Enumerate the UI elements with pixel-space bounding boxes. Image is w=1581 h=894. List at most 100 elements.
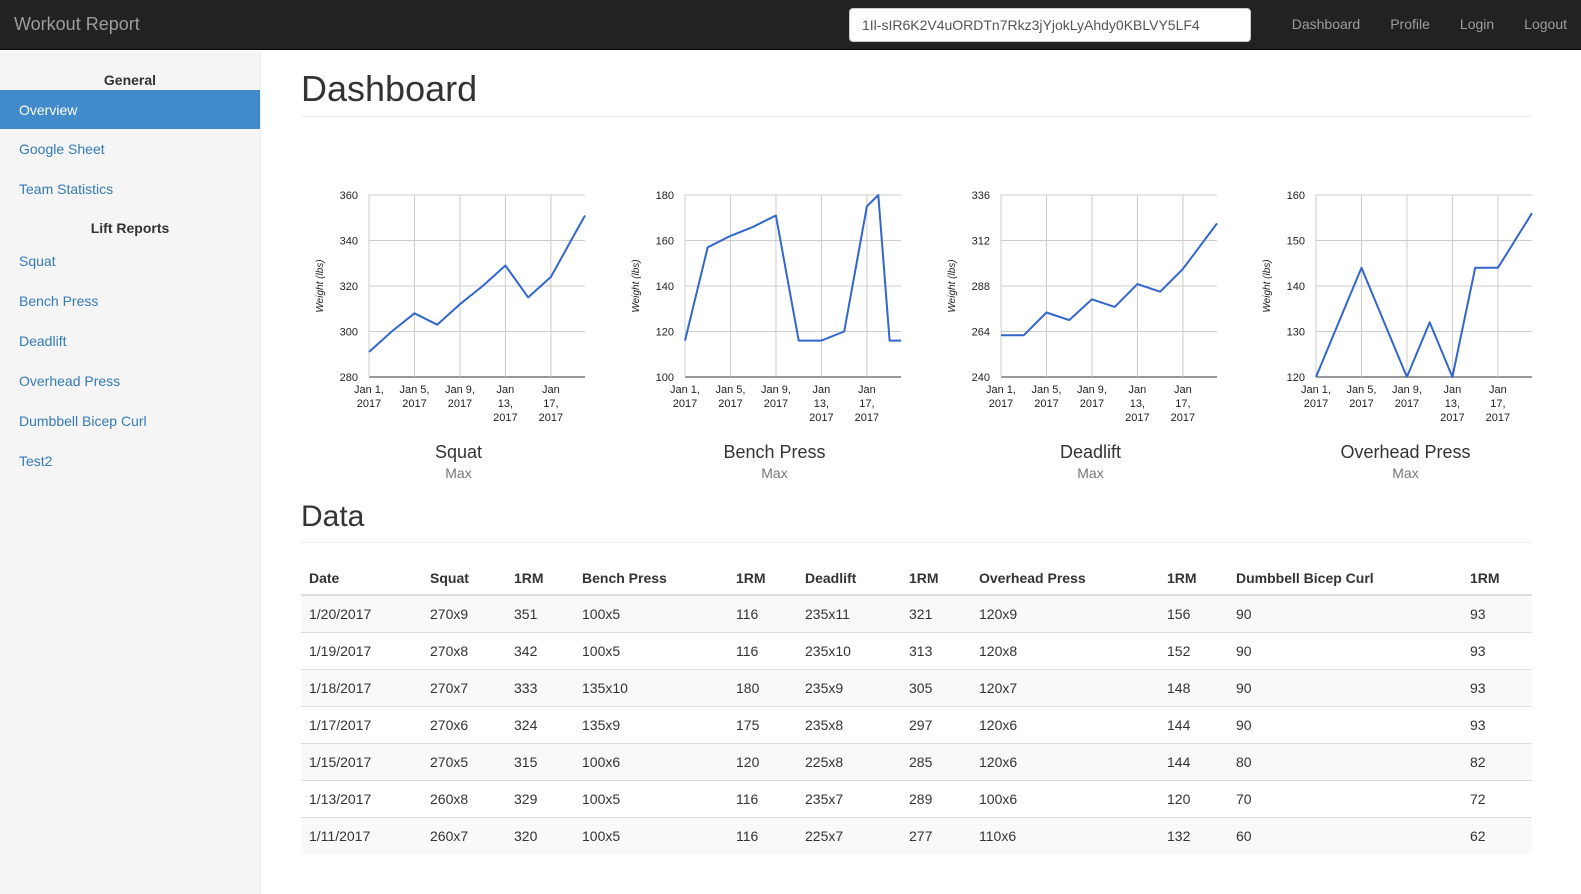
col-header-date[interactable]: Date [301,562,422,596]
data-point [728,234,732,238]
cell-squat: 270x8 [422,631,506,669]
x-tick-label: Jan 13, 2017 [1125,384,1149,424]
x-tick-label-line: 2017 [855,412,879,424]
y-axis-title: Weight (lbs) [947,259,958,312]
x-tick-label-line: Jan 1, [670,384,700,396]
chart-squat: 280 300 320 340 360 Jan 1, 2017 Jan 5, 2017 Jan 9… [301,117,616,497]
page-title: Dashboard [301,51,1532,117]
sidebar-item-deadlift[interactable]: Deadlift [0,321,260,361]
y-axis-title: Weight (lbs) [315,259,326,312]
cell-deadlift: 235x8 [797,705,901,743]
x-tick-label: Jan 13, 2017 [1440,384,1464,424]
cell-deadlift-1rm: 289 [901,779,971,817]
x-tick-label-line: 17, [859,398,874,410]
chart-bench-press-svg: 100120140160180Jan 1, 2017Jan 5, 2017Jan 9… [631,190,901,424]
y-tick-label: 336 [972,190,990,202]
col-header-overhead-press[interactable]: Overhead Press [971,562,1159,596]
cell-squat-1rm: 320 [506,816,574,854]
x-tick-label-line: Jan [858,384,876,396]
x-tick-label-line: 17, [1175,398,1190,410]
x-tick-label-line: Jan 5, [715,384,745,396]
cell-bench: 100x5 [574,816,728,854]
nav-link-profile[interactable]: Profile [1390,0,1430,50]
nav-link-login[interactable]: Login [1460,0,1494,50]
sheet-id-input[interactable] [849,8,1251,42]
chart-title: Deadlift [1059,442,1122,462]
y-tick-label: 120 [1287,372,1305,384]
y-tick-label: 160 [1287,190,1305,202]
sidebar-item-overhead-press[interactable]: Overhead Press [0,361,260,401]
y-tick-label: 264 [972,327,990,339]
data-point [572,234,576,238]
cell-bench-1rm: 180 [728,668,797,706]
cell-squat: 260x7 [422,816,506,854]
data-point [1496,266,1500,270]
y-tick-label: 130 [1287,327,1305,339]
chart-squat-svg: 280300320340360Jan 1, 2017Jan 5, 2017Jan 9… [315,190,586,424]
sidebar-item-dumbbell-bicep-curl[interactable]: Dumbbell Bicep Curl [0,401,260,441]
x-tick-label: Jan 17, 2017 [539,384,563,424]
sidebar-item-google-sheet[interactable]: Google Sheet [0,129,260,169]
data-point [481,284,485,288]
cell-bench: 135x9 [574,705,728,743]
col-header-squat-1rm[interactable]: 1RM [506,562,574,596]
x-tick-label: Jan 1, 2017 [986,384,1016,410]
data-point [1067,318,1071,322]
cell-curl-1rm: 93 [1462,631,1532,669]
cell-date: 1/11/2017 [301,816,422,854]
table-body: 1/20/2017 270x9 351 100x5 116 235x11 321 120x9 1… [301,594,1532,854]
sidebar-item-overview[interactable]: Overview [0,90,260,129]
sidebar-item-bench-press[interactable]: Bench Press [0,281,260,321]
col-header-curl-1rm[interactable]: 1RM [1462,562,1532,596]
col-header-bench-press[interactable]: Bench Press [574,562,728,596]
x-tick-label-line: 2017 [1304,398,1328,410]
x-tick-label-line: 17, [543,398,558,410]
data-point [412,311,416,315]
x-tick-label: Jan 1, 2017 [670,384,700,410]
sidebar-item-squat[interactable]: Squat [0,241,260,281]
cell-date: 1/13/2017 [301,779,422,817]
x-tick-label: Jan 9, 2017 [1392,384,1422,410]
data-point [888,339,892,343]
x-tick-label-line: 2017 [673,398,697,410]
col-header-deadlift-1rm[interactable]: 1RM [901,562,971,596]
chart-deadlift-svg: 240264288312336Jan 1, 2017Jan 5, 2017Jan 9… [947,190,1218,424]
cell-ohp: 120x8 [971,631,1159,669]
data-point [842,330,846,334]
cell-ohp-1rm: 148 [1159,668,1228,706]
data-point [819,339,823,343]
nav-link-dashboard[interactable]: Dashboard [1292,0,1361,50]
x-tick-label-line: Jan [542,384,560,396]
cell-date: 1/15/2017 [301,742,422,780]
col-header-dumbbell-bicep-curl[interactable]: Dumbbell Bicep Curl [1228,562,1462,596]
cell-curl: 90 [1228,631,1462,669]
col-header-ohp-1rm[interactable]: 1RM [1159,562,1228,596]
x-tick-label-line: Jan 1, [986,384,1016,396]
y-tick-label: 320 [340,281,358,293]
x-tick-label-line: 13, [1130,398,1145,410]
cell-ohp-1rm: 132 [1159,816,1228,854]
data-point [683,339,687,343]
cell-ohp: 120x7 [971,668,1159,706]
table-row: 1/18/2017 270x7 333 135x10 180 235x9 305 120x7 1… [301,668,1532,706]
brand-link[interactable]: Workout Report [14,14,140,35]
data-point [1382,320,1386,324]
y-tick-label: 280 [340,372,358,384]
top-navbar: Workout Report Dashboard Profile Login L… [0,0,1581,50]
data-point [1530,211,1534,215]
x-tick-label: Jan 1, 2017 [1301,384,1331,410]
col-header-deadlift[interactable]: Deadlift [797,562,901,596]
sidebar-item-test2[interactable]: Test2 [0,441,260,481]
data-point [876,193,880,197]
cell-ohp: 110x6 [971,816,1159,854]
col-header-bench-1rm[interactable]: 1RM [728,562,797,596]
x-tick-label-line: Jan 1, [354,384,384,396]
y-tick-label: 300 [340,327,358,339]
x-tick-label-line: Jan [1174,384,1192,396]
cell-bench: 135x10 [574,668,728,706]
nav-link-logout[interactable]: Logout [1524,0,1567,50]
col-header-squat[interactable]: Squat [422,562,506,596]
sidebar-item-team-statistics[interactable]: Team Statistics [0,169,260,209]
sidebar: General Overview Google Sheet Team Stati… [0,51,261,894]
cell-ohp-1rm: 120 [1159,779,1228,817]
